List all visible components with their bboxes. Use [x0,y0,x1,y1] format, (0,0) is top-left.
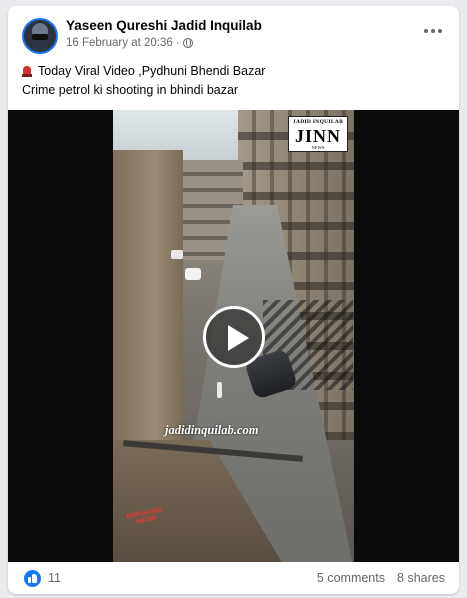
logo-bottom-text: NEWS [311,144,325,150]
author-name[interactable]: Yaseen Qureshi Jadid Inquilab [66,18,262,33]
post-header: Yaseen Qureshi Jadid Inquilab 16 Februar… [8,6,459,58]
video-car [171,250,183,259]
post-card: Yaseen Qureshi Jadid Inquilab 16 Februar… [8,6,459,594]
post-text: Today Viral Video ,Pydhuni Bhendi Bazar … [22,62,447,100]
post-meta: 16 February at 20:36 · [66,37,193,49]
video-pedestrian [217,382,222,398]
avatar-photo [32,34,48,40]
play-button[interactable] [203,306,265,368]
logo-main-text: JINN [294,125,341,146]
video-car [185,268,201,280]
video-player[interactable]: JADID INQUILAB JINN NEWS jadidinquilab.c… [8,110,459,562]
post-text-line-2: Crime petrol ki shooting in bhindi bazar [22,83,239,97]
jinn-logo: JADID INQUILAB JINN NEWS [288,116,348,152]
post-timestamp[interactable]: 16 February at 20:36 [66,37,173,49]
siren-icon [22,66,32,77]
comments-count[interactable]: 5 comments [317,571,385,585]
video-watermark: jadidinquilab.com [165,423,259,437]
post-text-line-1: Today Viral Video ,Pydhuni Bhendi Bazar [22,62,447,81]
reaction-count[interactable]: 11 [48,571,61,585]
author-avatar[interactable] [22,18,58,54]
like-icon[interactable] [24,570,41,587]
more-options-icon[interactable] [421,24,445,38]
post-text-line-1-content: Today Viral Video ,Pydhuni Bhendi Bazar [38,64,266,78]
logo-top-text: JADID INQUILAB [292,119,344,125]
meta-separator: · [175,37,180,49]
post-stats: 11 5 comments 8 shares [8,562,459,594]
shares-count[interactable]: 8 shares [397,571,445,585]
globe-icon [182,38,193,48]
play-icon [228,325,249,351]
